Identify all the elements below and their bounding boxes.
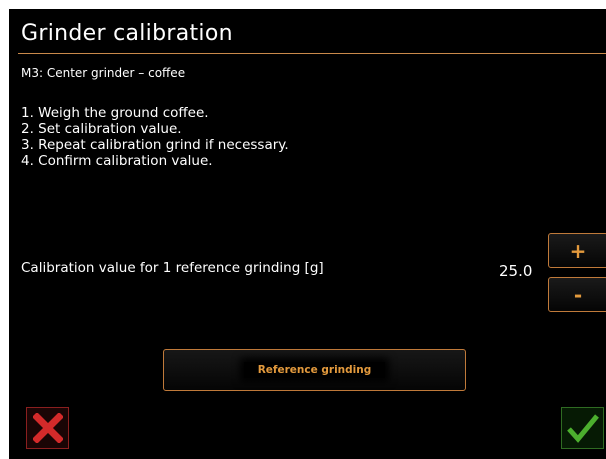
calibration-value: 25.0 xyxy=(499,262,533,280)
decrease-button[interactable]: - xyxy=(548,277,606,312)
instruction-step: 3. Repeat calibration grind if necessary… xyxy=(21,137,289,153)
close-icon xyxy=(32,413,63,443)
title-divider xyxy=(18,53,606,54)
calibration-value-label: Calibration value for 1 reference grindi… xyxy=(21,260,324,276)
minus-label: - xyxy=(573,282,583,307)
instruction-step: 4. Confirm calibration value. xyxy=(21,153,213,169)
increase-button[interactable]: + xyxy=(548,233,606,268)
reference-grinding-label: Reference grinding xyxy=(243,362,386,378)
cancel-button[interactable] xyxy=(26,407,69,449)
plus-label: + xyxy=(569,238,587,263)
page-title: Grinder calibration xyxy=(21,21,233,46)
confirm-button[interactable] xyxy=(561,407,604,449)
instruction-step: 2. Set calibration value. xyxy=(21,121,182,137)
instruction-step: 1. Weigh the ground coffee. xyxy=(21,105,209,121)
calibration-screen: Grinder calibration M3: Center grinder –… xyxy=(9,9,606,459)
reference-grinding-button[interactable]: Reference grinding xyxy=(163,349,466,391)
checkmark-icon xyxy=(566,413,600,443)
grinder-subtitle: M3: Center grinder – coffee xyxy=(21,66,186,80)
instruction-list: 1. Weigh the ground coffee. 2. Set calib… xyxy=(21,105,289,169)
